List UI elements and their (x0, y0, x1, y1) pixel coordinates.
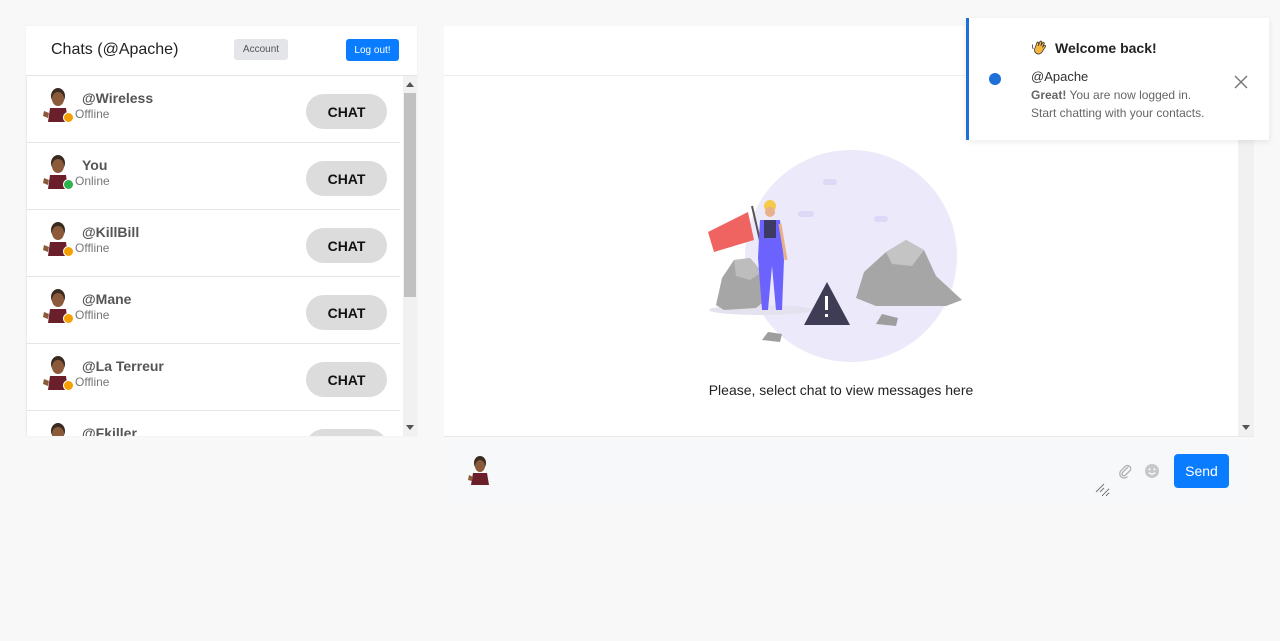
scroll-thumb[interactable] (404, 93, 416, 297)
message-composer: Send (444, 436, 1254, 505)
contact-list[interactable]: @Wireless Offline CHAT You Online CHAT @KillBi… (26, 76, 400, 436)
page-title: Chats (@Apache) (51, 41, 179, 58)
contact-row[interactable]: @Fkiller (27, 411, 400, 436)
message-input[interactable] (506, 445, 1110, 497)
contact-status: Offline (75, 375, 110, 389)
contact-name: @Wireless (82, 90, 154, 106)
chat-button[interactable]: CHAT (306, 161, 387, 196)
contacts-header: Chats (@Apache) Account Log out! (26, 26, 417, 76)
scroll-down-arrow-icon[interactable] (1242, 425, 1250, 430)
scroll-up-arrow-icon[interactable] (406, 82, 414, 87)
empty-state-message: Please, select chat to view messages her… (708, 382, 974, 398)
toast-message: Great! You are now logged in. (1031, 88, 1191, 102)
contact-row[interactable]: @KillBill Offline CHAT (27, 210, 400, 277)
chat-button[interactable]: CHAT (306, 295, 387, 330)
contact-row[interactable]: You Online CHAT (27, 143, 400, 210)
contact-name: @Fkiller (82, 425, 137, 436)
contact-name: You (82, 157, 108, 173)
toast-username: @Apache (1031, 69, 1089, 84)
chat-button[interactable]: CHAT (306, 362, 387, 397)
waving-hand-icon (1031, 40, 1046, 55)
contacts-panel: Chats (@Apache) Account Log out! @Wirele… (26, 26, 417, 436)
contact-status: Online (75, 174, 110, 188)
status-dot (63, 112, 74, 123)
contact-status: Offline (75, 241, 110, 255)
status-dot (63, 179, 74, 190)
toast-title: Welcome back! (1055, 40, 1157, 56)
contact-status: Offline (75, 308, 110, 322)
contact-status: Offline (75, 107, 110, 121)
empty-state-illustration (708, 150, 962, 362)
contact-row[interactable]: @Mane Offline CHAT (27, 277, 400, 344)
contacts-scrollbar[interactable] (403, 76, 417, 436)
contact-name: @La Terreur (82, 358, 164, 374)
send-button[interactable]: Send (1174, 454, 1229, 488)
contact-name: @KillBill (82, 224, 140, 240)
chat-button[interactable]: CHAT (306, 228, 387, 263)
close-icon[interactable] (1234, 75, 1248, 89)
toast-message-rest: You are now logged in. (1066, 88, 1192, 102)
toast-indicator-dot (989, 73, 1001, 85)
account-button[interactable]: Account (234, 39, 288, 60)
resize-grip-icon[interactable] (1095, 483, 1105, 493)
contact-name: @Mane (82, 291, 132, 307)
status-dot (63, 246, 74, 257)
contact-row[interactable]: @La Terreur Offline CHAT (27, 344, 400, 411)
toast-message-line2: Start chatting with your contacts. (1031, 106, 1205, 120)
paperclip-icon[interactable] (1117, 463, 1133, 479)
user-avatar (468, 456, 489, 485)
status-dot (63, 313, 74, 324)
smiley-icon[interactable] (1144, 463, 1160, 479)
scroll-down-arrow-icon[interactable] (406, 425, 414, 430)
toast-message-bold: Great! (1031, 88, 1067, 102)
welcome-toast: Welcome back! @Apache Great! You are now… (966, 18, 1269, 140)
status-dot (63, 380, 74, 391)
logout-button[interactable]: Log out! (346, 39, 399, 61)
contact-row[interactable]: @Wireless Offline CHAT (27, 76, 400, 143)
chat-button[interactable] (306, 429, 387, 436)
contact-avatar (51, 423, 65, 436)
chat-button[interactable]: CHAT (306, 94, 387, 129)
